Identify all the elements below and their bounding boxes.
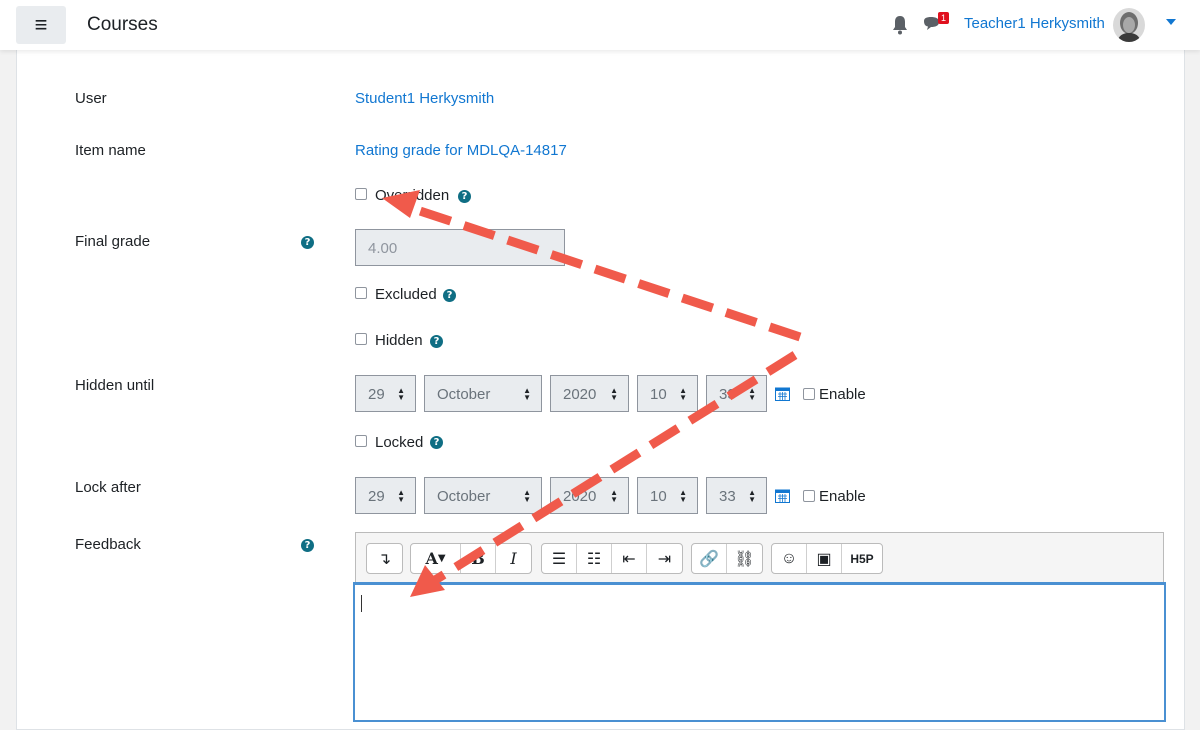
select-arrows-icon: ▲ ▼: [610, 386, 618, 402]
excluded-checkbox[interactable]: [355, 287, 367, 299]
lock-after-year-select[interactable]: 2020 ▲ ▼: [550, 477, 629, 514]
locked-label: Locked: [375, 434, 424, 451]
select-arrows-icon: ▲ ▼: [748, 488, 756, 504]
hidden-until-enable-checkbox[interactable]: [803, 388, 815, 400]
feedback-editor[interactable]: [353, 582, 1166, 722]
item-name-link[interactable]: Rating grade for MDLQA-14817: [355, 142, 567, 159]
ordered-list-icon[interactable]: ☷: [577, 544, 612, 573]
hidden-until-year-value: 2020: [563, 386, 597, 403]
toolbar-group-style: A ▼ B I: [410, 543, 532, 574]
overridden-checkbox[interactable]: [355, 188, 367, 200]
outdent-icon[interactable]: ⇤: [612, 544, 647, 573]
toolbar-group-more: ↴: [366, 543, 403, 574]
lock-after-enable-label: Enable: [819, 488, 866, 505]
hidden-until-label: Hidden until: [75, 377, 155, 394]
lock-after-label: Lock after: [75, 479, 141, 496]
select-arrows-icon: ▲ ▼: [748, 386, 756, 402]
link-icon[interactable]: 🔗: [692, 544, 727, 573]
hidden-label: Hidden: [375, 332, 423, 349]
lock-after-hour-value: 10: [650, 488, 667, 505]
lock-after-day-value: 29: [368, 488, 385, 505]
site-title[interactable]: Courses: [87, 14, 158, 36]
toolbar-group-media: ☺ ▣ H5P: [771, 543, 883, 574]
lock-after-month-value: October: [437, 488, 491, 505]
excluded-label: Excluded: [375, 286, 437, 303]
final-grade-input[interactable]: 4.00: [355, 229, 565, 266]
chevron-down-icon[interactable]: [1166, 19, 1176, 25]
final-grade-help-icon[interactable]: ?: [301, 236, 314, 249]
font-color-label: A: [425, 549, 438, 568]
indent-icon[interactable]: ⇥: [647, 544, 682, 573]
feedback-help-icon[interactable]: ?: [301, 539, 314, 552]
hidden-until-minute-value: 33: [719, 386, 736, 403]
italic-icon[interactable]: I: [496, 544, 531, 573]
unordered-list-icon[interactable]: ☰: [542, 544, 577, 573]
lock-after-day-select[interactable]: 29 ▲ ▼: [355, 477, 416, 514]
item-name-label: Item name: [75, 142, 146, 159]
user-link[interactable]: Student1 Herkysmith: [355, 90, 494, 107]
show-more-icon[interactable]: ↴: [367, 544, 402, 573]
hidden-until-month-select[interactable]: October ▲ ▼: [424, 375, 542, 412]
select-arrows-icon: ▲ ▼: [523, 386, 531, 402]
select-arrows-icon: ▲ ▼: [397, 386, 405, 402]
hidden-help-icon[interactable]: ?: [430, 335, 443, 348]
calendar-icon[interactable]: [775, 488, 790, 503]
final-grade-label: Final grade: [75, 233, 151, 250]
hidden-until-enable-label: Enable: [819, 386, 866, 403]
top-navbar: ≡ Courses 1 Teacher1 Herkysmith: [0, 0, 1200, 50]
select-arrows-icon: ▲ ▼: [679, 386, 687, 402]
emoticon-icon[interactable]: ☺: [772, 544, 807, 573]
hidden-until-day-select[interactable]: 29 ▲ ▼: [355, 375, 416, 412]
feedback-label: Feedback: [75, 536, 141, 553]
select-arrows-icon: ▲ ▼: [523, 488, 531, 504]
bold-icon[interactable]: B: [461, 544, 496, 573]
excluded-help-icon[interactable]: ?: [443, 289, 456, 302]
hamburger-icon[interactable]: ≡: [16, 6, 66, 44]
font-color-icon[interactable]: A ▼: [411, 544, 461, 573]
user-avatar[interactable]: [1113, 8, 1145, 42]
user-label: User: [75, 90, 107, 107]
lock-after-enable-checkbox[interactable]: [803, 490, 815, 502]
lock-after-minute-value: 33: [719, 488, 736, 505]
overridden-label: Overridden: [375, 187, 450, 204]
hidden-until-hour-select[interactable]: 10 ▲ ▼: [637, 375, 698, 412]
hidden-until-day-value: 29: [368, 386, 385, 403]
hidden-until-year-select[interactable]: 2020 ▲ ▼: [550, 375, 629, 412]
hidden-until-hour-value: 10: [650, 386, 667, 403]
editor-toolbar: ↴ A ▼ B I ☰ ☷ ⇤ ⇥ 🔗 ⛓ ☺ ▣ H5P: [355, 532, 1164, 583]
h5p-icon[interactable]: H5P: [842, 544, 882, 573]
toolbar-group-lists: ☰ ☷ ⇤ ⇥: [541, 543, 683, 574]
lock-after-minute-select[interactable]: 33 ▲ ▼: [706, 477, 767, 514]
hidden-until-month-value: October: [437, 386, 491, 403]
select-arrows-icon: ▲ ▼: [610, 488, 618, 504]
select-arrows-icon: ▲ ▼: [679, 488, 687, 504]
locked-checkbox[interactable]: [355, 435, 367, 447]
text-cursor: [361, 595, 362, 612]
unlink-icon[interactable]: ⛓: [727, 544, 762, 573]
bell-icon[interactable]: [891, 15, 909, 35]
locked-help-icon[interactable]: ?: [430, 436, 443, 449]
hidden-until-minute-select[interactable]: 33 ▲ ▼: [706, 375, 767, 412]
select-arrows-icon: ▲ ▼: [397, 488, 405, 504]
calendar-icon[interactable]: [775, 386, 790, 401]
user-menu-name[interactable]: Teacher1 Herkysmith: [964, 15, 1105, 32]
lock-after-hour-select[interactable]: 10 ▲ ▼: [637, 477, 698, 514]
lock-after-year-value: 2020: [563, 488, 597, 505]
toolbar-group-links: 🔗 ⛓: [691, 543, 763, 574]
overridden-help-icon[interactable]: ?: [458, 190, 471, 203]
lock-after-month-select[interactable]: October ▲ ▼: [424, 477, 542, 514]
image-icon[interactable]: ▣: [807, 544, 842, 573]
message-count-badge: 1: [938, 12, 949, 24]
hidden-checkbox[interactable]: [355, 333, 367, 345]
